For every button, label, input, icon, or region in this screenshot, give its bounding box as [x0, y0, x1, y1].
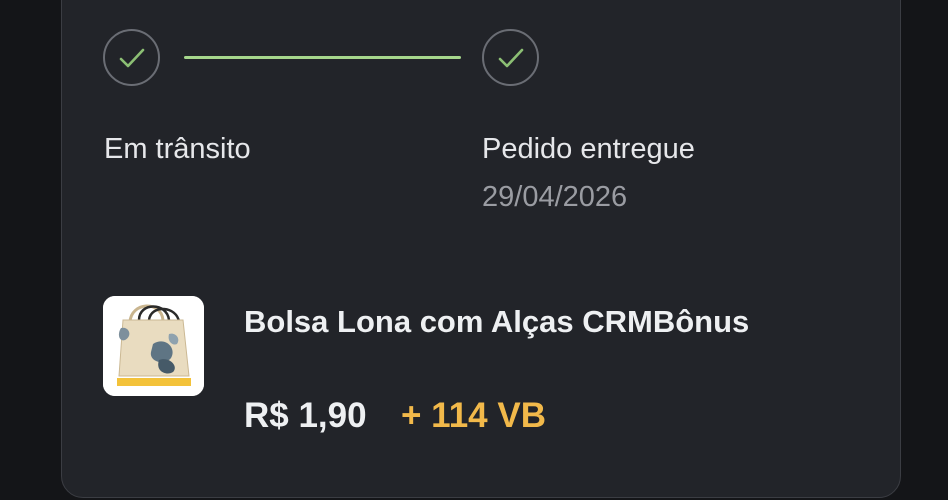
step-delivered-status-circle [482, 29, 539, 86]
product-bonus-points: + 114 VB [401, 396, 546, 435]
step-delivered-date: 29/04/2026 [482, 181, 628, 213]
tracking-progress-line [184, 56, 461, 59]
check-icon [119, 48, 144, 67]
product-thumbnail[interactable] [103, 296, 204, 396]
check-icon [498, 48, 523, 67]
step-delivered-label: Pedido entregue [482, 133, 695, 165]
product-name: Bolsa Lona com Alças CRMBônus [244, 304, 750, 339]
product-price: R$ 1,90 [244, 396, 367, 435]
tote-bag-image [103, 296, 204, 396]
step-in-transit-label: Em trânsito [104, 133, 251, 165]
step-in-transit-status-circle [103, 29, 160, 86]
